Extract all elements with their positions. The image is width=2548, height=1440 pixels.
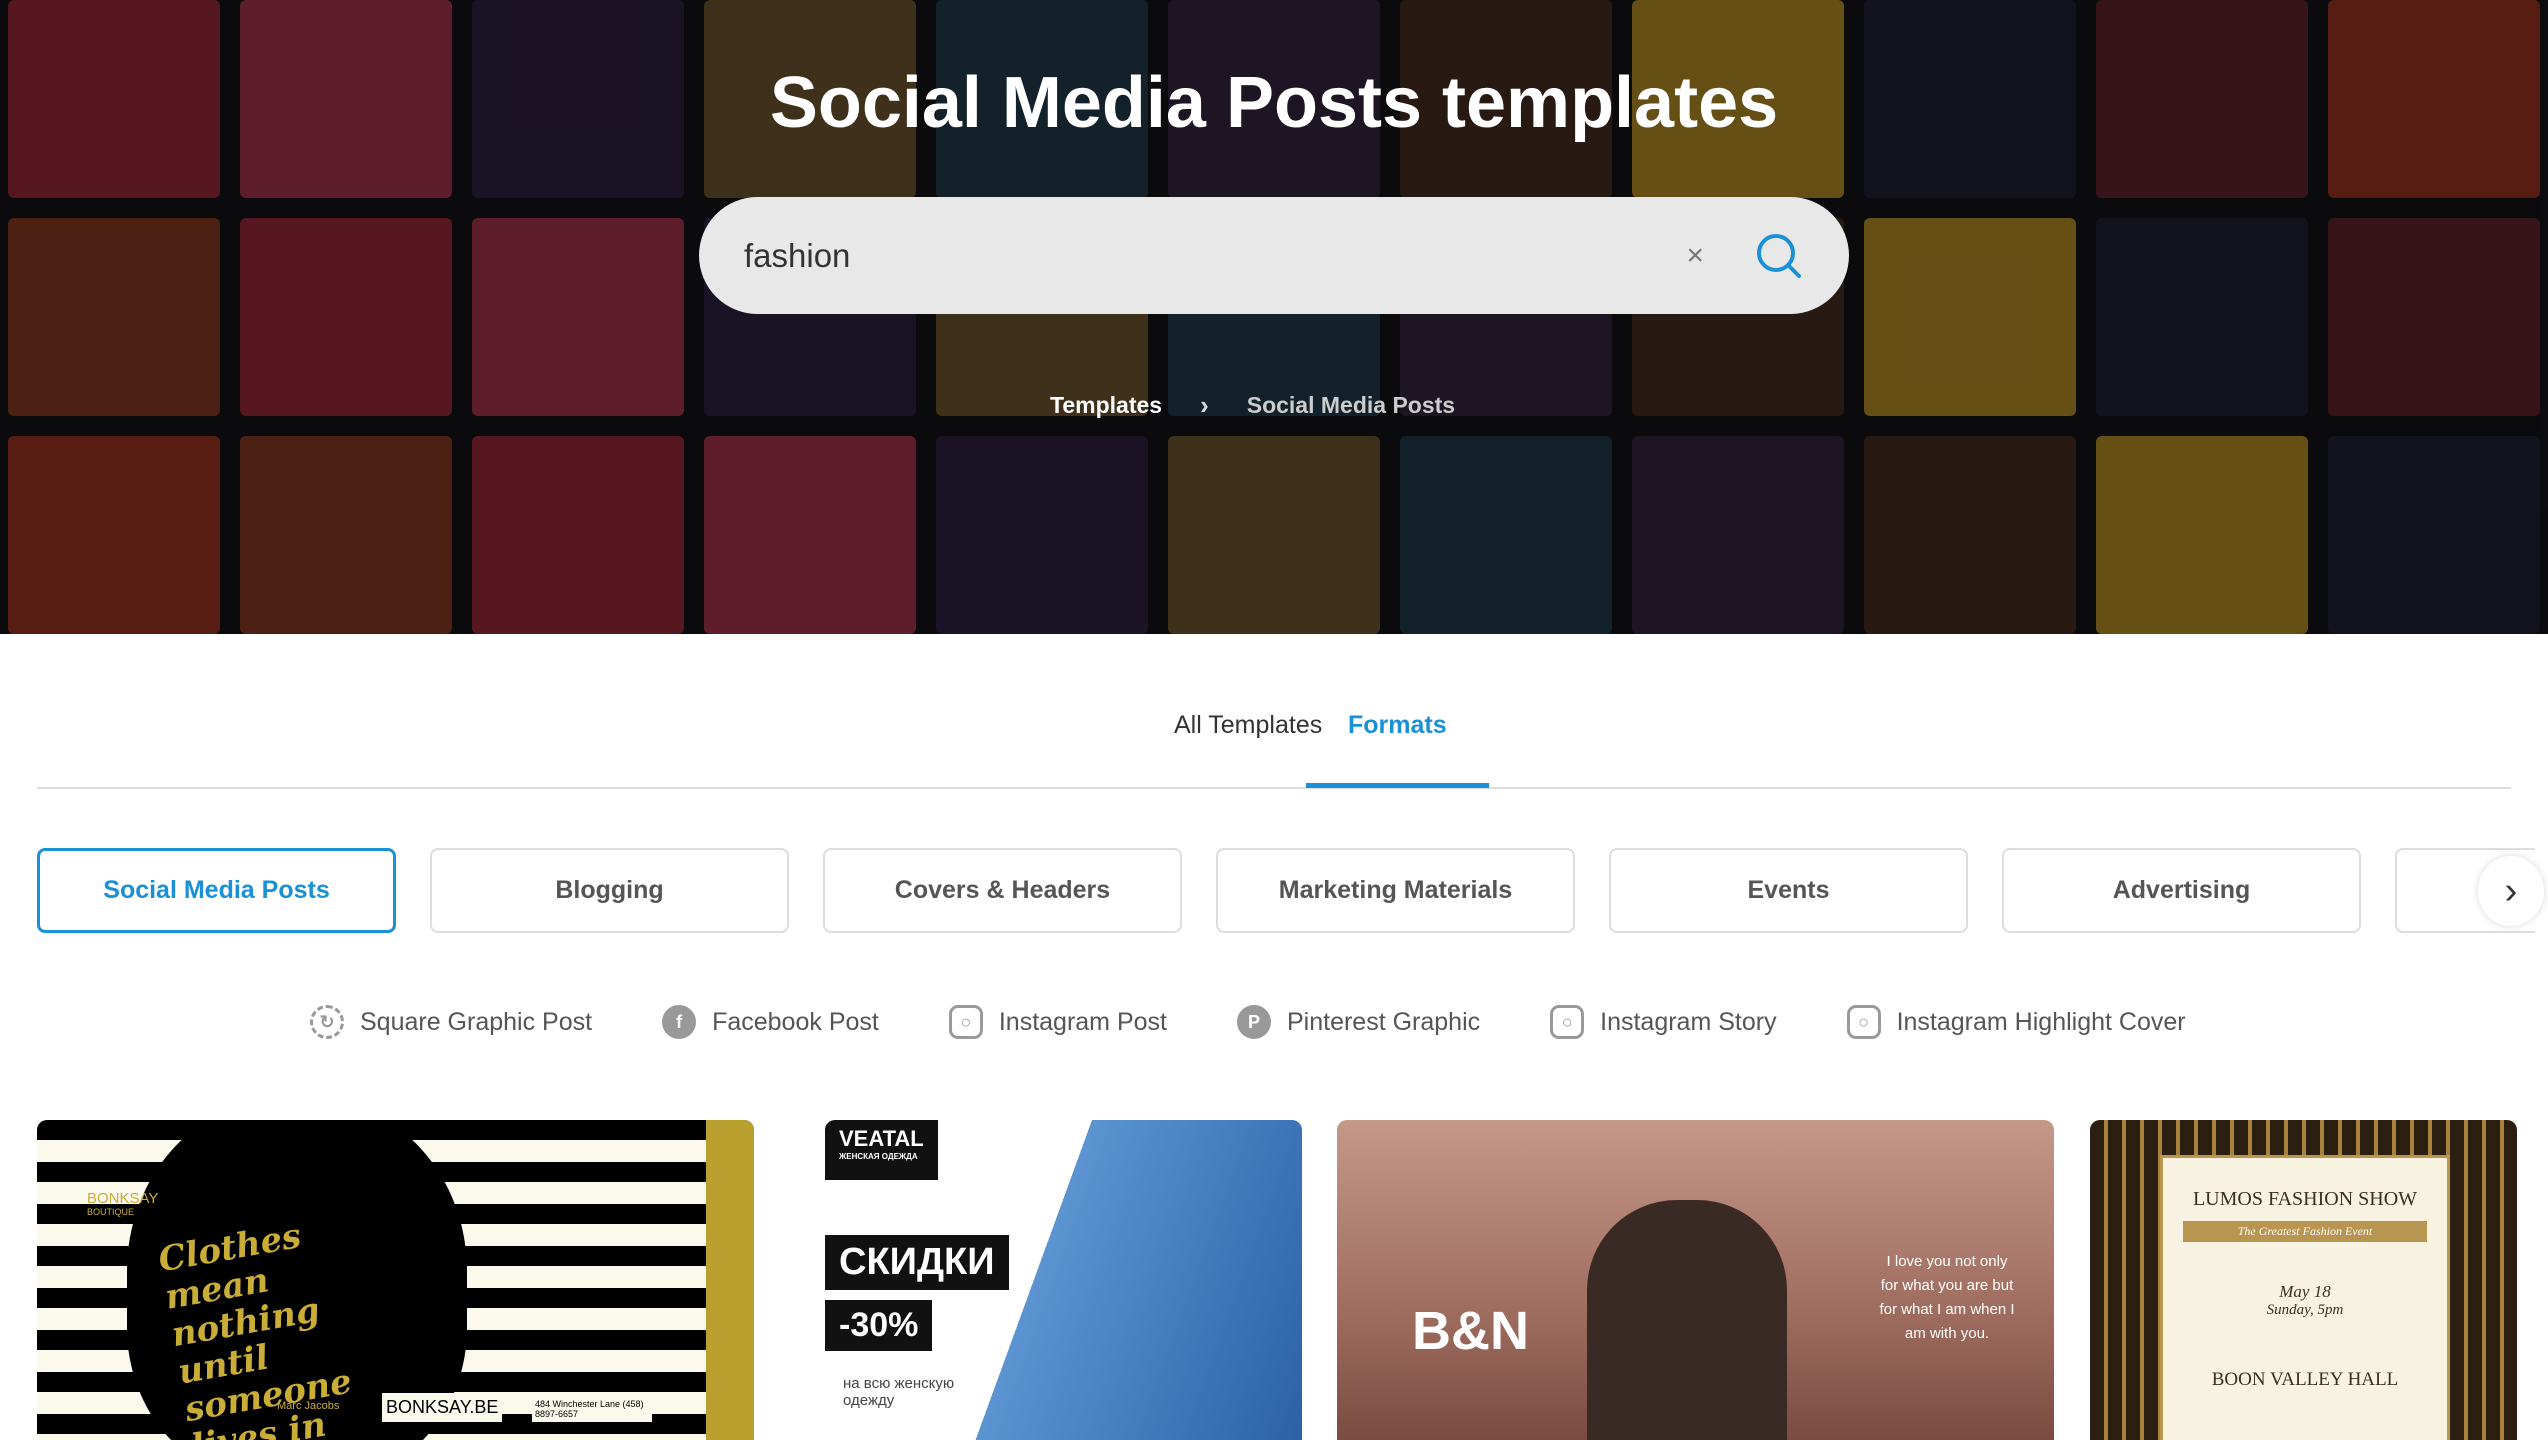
facebook-icon: f [662,1005,697,1039]
breadcrumb: Templates › Social Media Posts [1050,390,1455,421]
category-social-media-posts[interactable]: Social Media Posts [37,848,396,933]
template-card[interactable]: VEATAL ЖЕНСКАЯ ОДЕЖДА СКИДКИ -30% на всю … [825,1120,1302,1440]
search-icon[interactable] [1754,231,1804,281]
format-instagram-highlight-cover[interactable]: ○ Instagram Highlight Cover [1846,1005,2186,1039]
template-card[interactable]: BONKSAY BOUTIQUE Clothes mean nothing unt… [37,1120,754,1440]
breadcrumb-current: Social Media Posts [1246,392,1456,418]
format-square-graphic-post[interactable]: ↻ Square Graphic Post [310,1005,592,1039]
chevron-right-icon: › [1200,390,1209,420]
format-list: ↻ Square Graphic Post f Facebook Post ○ Ins… [310,1005,2186,1039]
instagram-icon: ○ [948,1005,983,1039]
category-blogging[interactable]: Blogging [430,848,789,933]
pinterest-icon: P [1236,1005,1271,1039]
search-input[interactable] [744,236,1687,275]
tab-bar: All Templates Formats [37,700,2511,789]
square-post-icon: ↻ [310,1005,344,1039]
close-icon[interactable]: × [1686,239,1704,273]
format-instagram-post[interactable]: ○ Instagram Post [948,1005,1167,1039]
template-card[interactable]: B&N I love you not only for what you are… [1337,1120,2054,1440]
format-pinterest-graphic[interactable]: P Pinterest Graphic [1236,1005,1480,1039]
tab-formats[interactable]: Formats [1306,710,1489,788]
chevron-right-icon[interactable]: › [2478,856,2544,926]
instagram-icon: ○ [1550,1005,1585,1039]
category-events[interactable]: Events [1609,848,1968,933]
category-covers-headers[interactable]: Covers & Headers [823,848,1182,933]
search-bar: × [699,197,1849,314]
category-advertising[interactable]: Advertising [2002,848,2361,933]
breadcrumb-templates[interactable]: Templates [1050,392,1162,419]
page-title: Social Media Posts templates [769,63,1779,143]
format-instagram-story[interactable]: ○ Instagram Story [1550,1005,1777,1039]
format-facebook-post[interactable]: f Facebook Post [662,1005,879,1039]
hero-banner: Social Media Posts templates × Templates… [0,0,2548,634]
category-list: Social Media Posts Blogging Covers & Hea… [37,848,2537,933]
instagram-icon: ○ [1846,1005,1881,1039]
template-card[interactable]: LUMOS FASHION SHOW The Greatest Fashion … [2090,1120,2517,1440]
category-marketing-materials[interactable]: Marketing Materials [1216,848,1575,933]
